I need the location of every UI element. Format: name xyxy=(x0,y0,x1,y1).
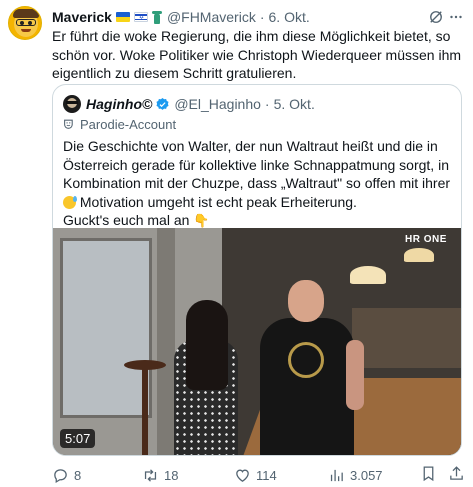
video-duration: 5:07 xyxy=(60,429,96,448)
action-bar: 8 18 114 3.057 xyxy=(52,465,464,485)
quote-text-part2: Motivation umgeht ist echt peak Erheiter… xyxy=(76,193,357,210)
quote-text: Die Geschichte von Walter, der nun Waltr… xyxy=(63,137,455,231)
theater-mask-icon xyxy=(64,119,73,129)
tweet-header: Maverick ✡ @FHMaverick · 6. Okt. xyxy=(52,8,463,26)
pointing-down-emoji-icon: 👇 xyxy=(193,213,210,228)
retweet-button[interactable]: 18 xyxy=(142,465,178,485)
retweet-icon xyxy=(144,468,157,482)
parody-label: Parodie-Account xyxy=(63,117,176,132)
verified-badge-icon xyxy=(156,97,169,110)
tweet[interactable]: Maverick ✡ @FHMaverick · 6. Okt. Er führ… xyxy=(0,0,473,487)
quote-text-line2: Guckt's euch mal an xyxy=(63,212,194,228)
video-channel-logo: HR ONE xyxy=(405,234,447,245)
views-count: 3.057 xyxy=(350,467,383,483)
quote-header: Haginho© @El_Haginho · 5. Okt. xyxy=(63,95,315,113)
reply-icon xyxy=(54,468,67,483)
ukraine-flag-icon xyxy=(115,12,130,22)
bookmark-button[interactable] xyxy=(420,465,437,485)
like-button[interactable]: 114 xyxy=(234,465,277,485)
avatar[interactable] xyxy=(8,6,42,40)
quote-author-handle[interactable]: @El_Haginho xyxy=(174,96,261,112)
bookmark-icon xyxy=(423,466,434,482)
separator: · xyxy=(259,9,265,25)
quoted-tweet[interactable]: Haginho© @El_Haginho · 5. Okt. Parodie-A… xyxy=(52,84,462,456)
heart-icon xyxy=(236,469,249,482)
quote-author-name[interactable]: Haginho© xyxy=(86,96,152,112)
views-button[interactable]: 3.057 xyxy=(328,465,383,485)
quote-date[interactable]: 5. Okt. xyxy=(274,96,315,112)
quote-text-part1: Die Geschichte von Walter, der nun Waltr… xyxy=(63,138,451,191)
tweet-text: Er führt die woke Regierung, die ihm die… xyxy=(52,28,462,81)
statue-of-liberty-icon xyxy=(151,10,163,24)
quote-separator: · xyxy=(264,96,270,112)
reply-count: 8 xyxy=(74,467,82,483)
israel-flag-icon: ✡ xyxy=(133,12,148,22)
grok-icon[interactable] xyxy=(427,8,445,26)
video-person-man xyxy=(254,280,374,455)
video-person-woman xyxy=(164,300,254,455)
like-count: 114 xyxy=(256,467,277,483)
parody-text: Parodie-Account xyxy=(80,117,177,132)
reply-button[interactable]: 8 xyxy=(52,465,81,485)
tweet-date[interactable]: 6. Okt. xyxy=(269,9,310,25)
retweet-count: 18 xyxy=(164,467,179,483)
quote-avatar[interactable] xyxy=(63,95,81,113)
share-button[interactable] xyxy=(448,465,465,485)
video-player[interactable]: HR ONE 5:07 xyxy=(53,228,461,455)
views-chart-icon xyxy=(330,469,343,481)
more-icon[interactable] xyxy=(447,8,465,26)
author-name[interactable]: Maverick xyxy=(52,9,112,25)
grinning-sweat-emoji-icon xyxy=(63,195,77,209)
share-icon xyxy=(450,466,463,480)
author-handle[interactable]: @FHMaverick xyxy=(167,9,256,25)
